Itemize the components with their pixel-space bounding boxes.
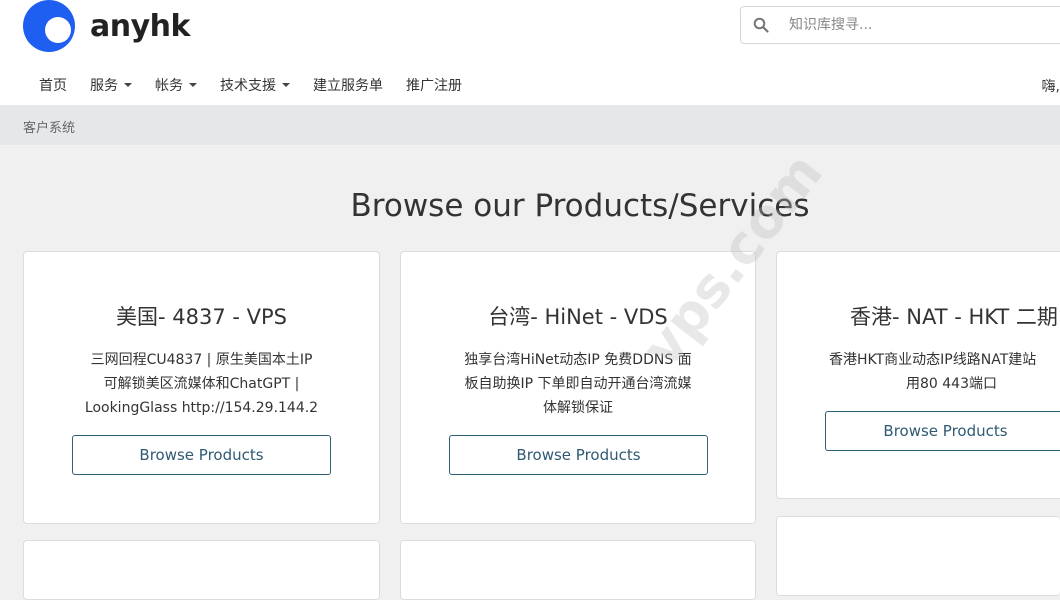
browse-products-button[interactable]: Browse Products — [449, 435, 708, 475]
product-card — [776, 516, 1060, 596]
card-description: 香港HKT商业动态IP线路NAT建站 用80 443端口 — [829, 348, 1060, 396]
logo[interactable]: anyhk — [23, 0, 190, 52]
logo-mark-icon — [23, 0, 75, 52]
card-desc-line: LookingGlass http://154.29.144.2 — [84, 400, 319, 416]
product-card: 台湾- HiNet - VDS 独享台湾HiNet动态IP 免费DDNS 面 板… — [400, 251, 756, 524]
card-desc-line: 板自助换IP 下单即自动开通台湾流媒 — [464, 376, 692, 392]
main-nav: 首页 服务 帐务 技术支援 建立服务单 推广注册 — [29, 66, 475, 104]
page-title: Browse our Products/Services — [350, 188, 810, 224]
nav-label: 技术支援 — [220, 78, 276, 94]
card-title: 香港- NAT - HKT 二期 — [850, 305, 1058, 329]
card-desc-line: 三网回程CU4837 | 原生美国本土IP — [90, 352, 313, 368]
nav-affiliates[interactable]: 推广注册 — [396, 75, 472, 95]
nav-open-ticket[interactable]: 建立服务单 — [303, 75, 393, 95]
nav-label: 首页 — [39, 78, 67, 94]
user-greeting[interactable]: 嗨, — [1042, 76, 1060, 96]
nav-label: 推广注册 — [406, 78, 462, 94]
product-card — [23, 540, 380, 600]
card-desc-line: 香港HKT商业动态IP线路NAT建站 — [829, 352, 1037, 368]
product-card: 美国- 4837 - VPS 三网回程CU4837 | 原生美国本土IP 可解锁… — [23, 251, 380, 524]
browse-products-button[interactable]: Browse Products — [72, 435, 331, 475]
nav-label: 帐务 — [155, 78, 183, 94]
nav-services[interactable]: 服务 — [80, 75, 142, 95]
nav-label: 建立服务单 — [313, 78, 383, 94]
card-desc-line: 用80 443端口 — [906, 376, 997, 392]
breadcrumb[interactable]: 客户系统 — [23, 117, 75, 136]
card-desc-line: 可解锁美区流媒体和ChatGPT | — [103, 376, 300, 392]
card-title: 台湾- HiNet - VDS — [488, 305, 668, 329]
caret-down-icon — [124, 83, 132, 87]
brand-name: anyhk — [90, 8, 190, 44]
header: anyhk 首页 服务 帐务 技术支援 建立服务单 推广注册 嗨, — [0, 0, 1060, 105]
search-icon — [753, 17, 769, 33]
nav-home[interactable]: 首页 — [29, 75, 77, 95]
card-title: 美国- 4837 - VPS — [116, 305, 287, 329]
caret-down-icon — [282, 83, 290, 87]
caret-down-icon — [189, 83, 197, 87]
nav-label: 服务 — [90, 78, 118, 94]
search-input[interactable] — [789, 7, 1060, 43]
nav-billing[interactable]: 帐务 — [145, 75, 207, 95]
search-box[interactable] — [740, 6, 1060, 44]
card-desc-line: 体解锁保证 — [543, 400, 613, 416]
product-card: 香港- NAT - HKT 二期 香港HKT商业动态IP线路NAT建站 用80 … — [776, 251, 1060, 499]
product-card — [400, 540, 756, 600]
card-description: 三网回程CU4837 | 原生美国本土IP 可解锁美区流媒体和ChatGPT |… — [44, 348, 359, 420]
breadcrumb-bar: 客户系统 — [0, 105, 1060, 145]
nav-support[interactable]: 技术支援 — [210, 75, 300, 95]
card-description: 独享台湾HiNet动态IP 免费DDNS 面 板自助换IP 下单即自动开通台湾流… — [421, 348, 735, 420]
card-desc-line: 独享台湾HiNet动态IP 免费DDNS 面 — [464, 352, 692, 368]
browse-products-button[interactable]: Browse Products — [825, 411, 1060, 451]
